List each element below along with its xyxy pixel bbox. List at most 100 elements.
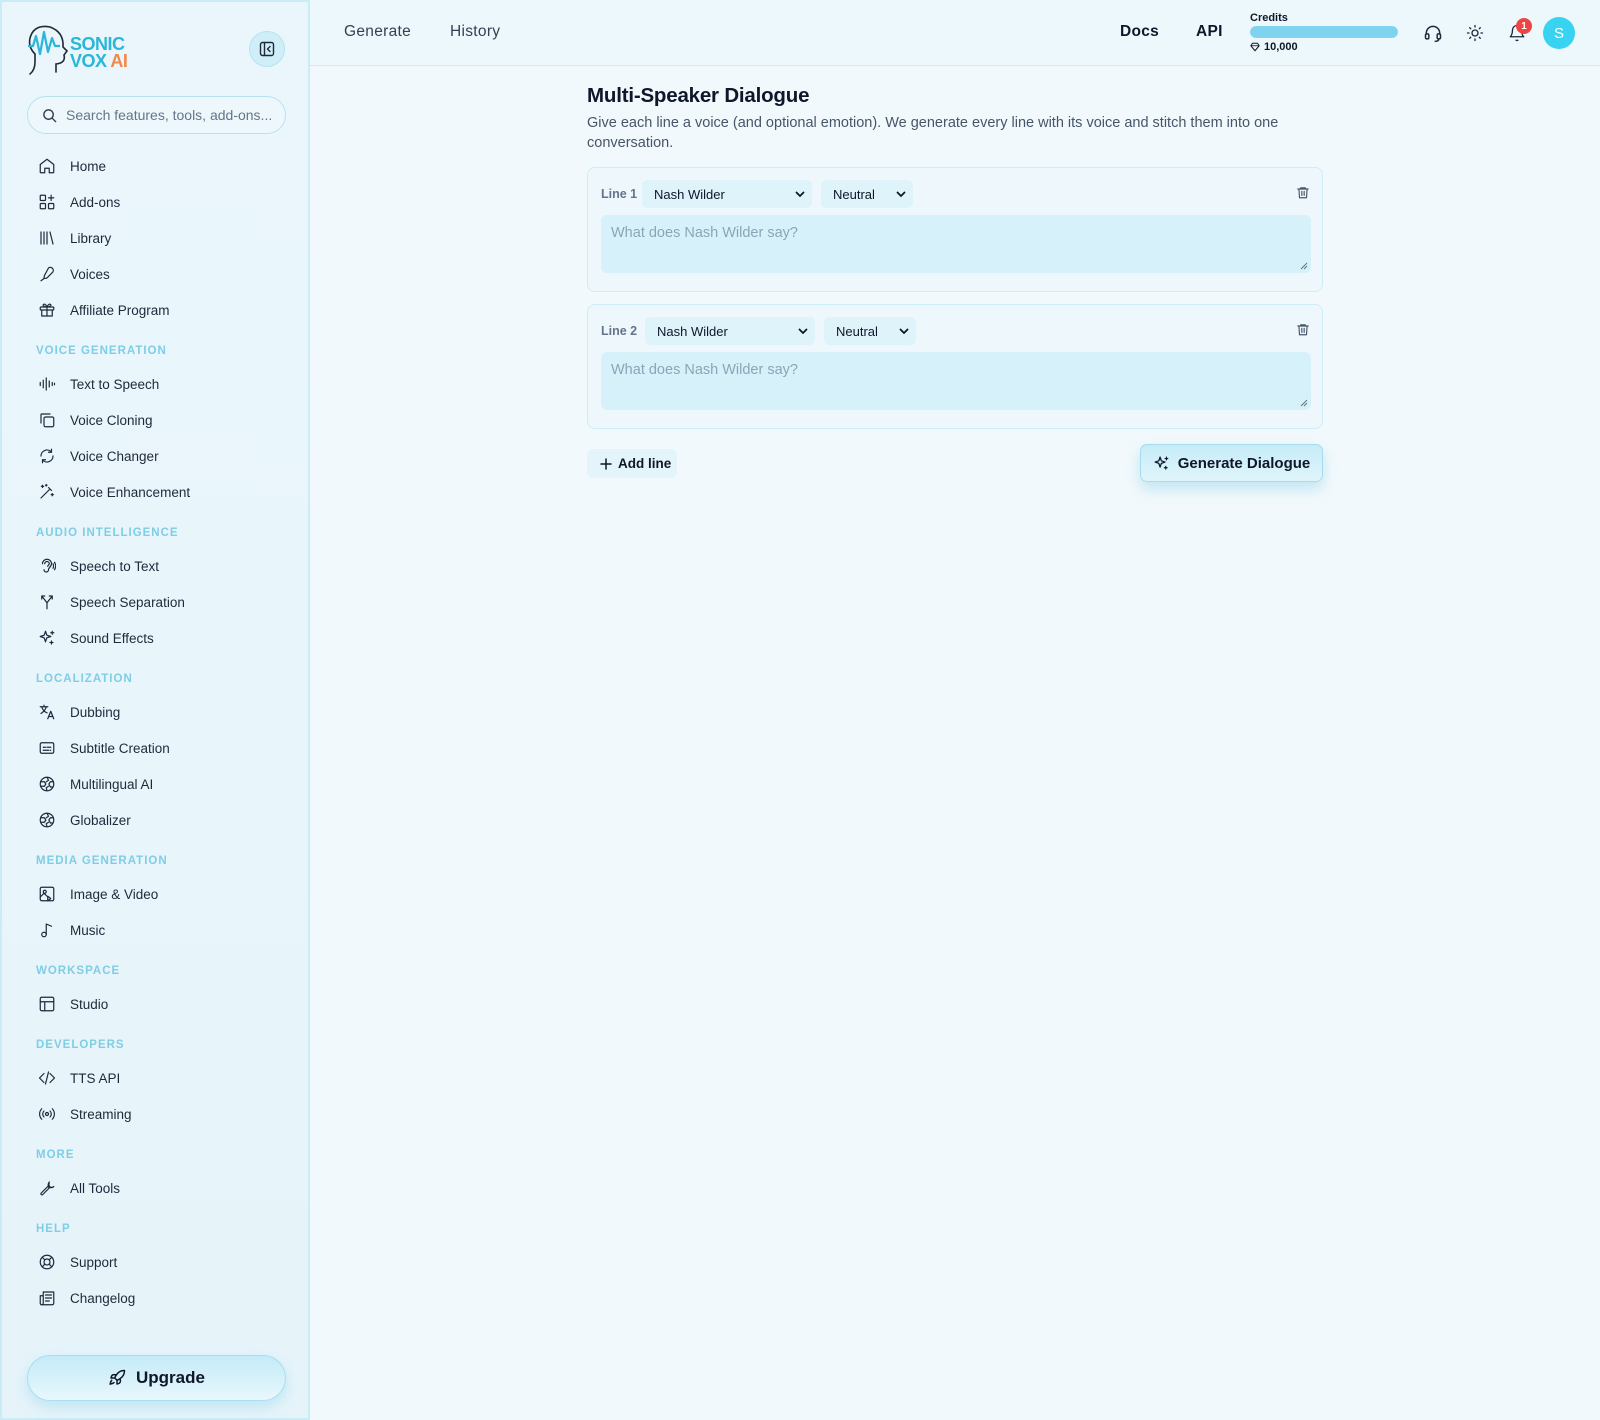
sidebar-item-label: Dubbing (70, 704, 121, 720)
sidebar-item-changelog[interactable]: Changelog (38, 1284, 288, 1312)
sidebar-item-voice-enhancement[interactable]: Voice Enhancement (38, 478, 288, 506)
sidebar-item-all-tools[interactable]: All Tools (38, 1174, 288, 1202)
emotion-select-value: Neutral (836, 323, 878, 339)
broadcast-icon (39, 1108, 55, 1120)
support-headset-button[interactable] (1420, 20, 1446, 46)
section-label-media-generation: MEDIA GENERATION (36, 855, 168, 867)
sidebar-item-speech-to-text[interactable]: Speech to Text (38, 552, 288, 580)
sidebar-item-voice-cloning[interactable]: Voice Cloning (38, 406, 288, 434)
credits-progress-bar (1250, 26, 1398, 38)
sidebar-item-streaming[interactable]: Streaming (38, 1100, 288, 1128)
section-label-developers: DEVELOPERS (36, 1039, 125, 1051)
delete-line-button[interactable] (1296, 185, 1310, 205)
docs-link[interactable]: Docs (1120, 23, 1159, 41)
sidebar-item-label: Add-ons (70, 194, 121, 210)
sidebar-item-label: Subtitle Creation (70, 740, 170, 756)
sidebar-item-support[interactable]: Support (38, 1248, 288, 1276)
sidebar-item-label: Streaming (70, 1106, 132, 1122)
sidebar-item-music[interactable]: Music (38, 916, 288, 944)
refresh-icon (40, 448, 54, 464)
sidebar-item-library[interactable]: Library (38, 224, 288, 252)
emotion-select[interactable]: Neutral (821, 180, 913, 208)
sidebar-item-studio[interactable]: Studio (38, 990, 288, 1018)
sidebar-item-label: Sound Effects (70, 630, 154, 646)
section-label-voice-generation: VOICE GENERATION (36, 345, 167, 357)
api-link[interactable]: API (1196, 23, 1223, 41)
gift-icon (39, 303, 55, 317)
voice-select[interactable]: Nash Wilder (645, 317, 815, 345)
credits-value-row: 10,000 (1250, 41, 1298, 53)
section-label-localization: LOCALIZATION (36, 673, 133, 685)
page-description: Give each line a voice (and optional emo… (587, 115, 1279, 151)
add-line-button[interactable]: Add line (587, 449, 677, 478)
generate-dialogue-button[interactable]: Generate Dialogue (1140, 444, 1323, 482)
sidebar-item-label: Globalizer (70, 812, 131, 828)
sidebar-item-multilingual-ai[interactable]: Multilingual AI (38, 770, 288, 798)
user-avatar[interactable]: S (1543, 17, 1575, 49)
newspaper-icon (39, 1291, 55, 1306)
sidebar-item-label: Multilingual AI (70, 776, 154, 792)
sidebar-item-voices[interactable]: Voices (38, 260, 288, 288)
waveform-icon (39, 377, 56, 391)
music-note-icon (41, 923, 53, 938)
plus-icon (600, 457, 612, 470)
voice-select[interactable]: Nash Wilder (642, 180, 812, 208)
sidebar-item-speech-separation[interactable]: Speech Separation (38, 588, 288, 616)
resize-grip-icon[interactable] (1300, 262, 1308, 270)
sidebar-item-image-and-video[interactable]: Image & Video (38, 880, 288, 908)
sidebar: SONIC VOX AI Home Add-ons Library Voices Aff… (0, 0, 310, 1420)
sidebar-item-affiliate-program[interactable]: Affiliate Program (38, 296, 288, 324)
home-icon (39, 158, 55, 174)
sidebar-item-label: Speech to Text (70, 558, 160, 574)
sidebar-item-label: Voice Enhancement (70, 484, 191, 500)
sidebar-item-voice-changer[interactable]: Voice Changer (38, 442, 288, 470)
lifebuoy-icon (39, 1254, 55, 1270)
translate-icon (39, 704, 55, 720)
sidebar-item-label: Changelog (70, 1290, 136, 1306)
sidebar-item-home[interactable]: Home (38, 152, 288, 180)
sidebar-item-label: Affiliate Program (70, 302, 170, 318)
tab-history[interactable]: History (450, 23, 500, 41)
code-icon (38, 1071, 56, 1085)
search-icon (43, 108, 57, 122)
sidebar-item-tts-api[interactable]: TTS API (38, 1064, 288, 1092)
upgrade-button[interactable]: Upgrade (27, 1355, 286, 1401)
chevron-down-icon (899, 328, 909, 334)
sidebar-item-add-ons[interactable]: Add-ons (38, 188, 288, 216)
image-video-icon (39, 886, 55, 902)
search-input[interactable] (66, 107, 281, 123)
theme-toggle-button[interactable] (1462, 20, 1488, 46)
microphone-icon (40, 266, 54, 282)
sidebar-item-dubbing[interactable]: Dubbing (38, 698, 288, 726)
sidebar-item-text-to-speech[interactable]: Text to Speech (38, 370, 288, 398)
sun-icon (1466, 24, 1484, 42)
emotion-select[interactable]: Neutral (824, 317, 916, 345)
sidebar-item-label: Support (70, 1254, 118, 1270)
credits-progress-fill (1250, 26, 1398, 38)
notification-badge: 1 (1516, 18, 1532, 34)
search-box[interactable] (27, 96, 286, 134)
credits-value: 10,000 (1264, 41, 1298, 53)
copy-icon (40, 413, 55, 428)
resize-grip-icon[interactable] (1300, 399, 1308, 407)
emotion-select-value: Neutral (833, 186, 875, 202)
collapse-sidebar-button[interactable] (249, 31, 285, 67)
gem-icon (1250, 42, 1260, 52)
delete-line-button[interactable] (1296, 322, 1310, 342)
globe-icon (39, 776, 55, 792)
line-text-input[interactable] (601, 215, 1311, 273)
captions-icon (39, 742, 55, 754)
tab-generate[interactable]: Generate (344, 23, 411, 41)
sidebar-item-sound-effects[interactable]: Sound Effects (38, 624, 288, 652)
split-icon (41, 595, 53, 610)
dialogue-line-card: Line 2 Nash Wilder Neutral (587, 304, 1323, 429)
sidebar-item-globalizer[interactable]: Globalizer (38, 806, 288, 834)
main-content: Multi-Speaker Dialogue Give each line a … (587, 80, 1323, 482)
sidebar-item-label: Text to Speech (70, 376, 160, 392)
sidebar-item-subtitle-creation[interactable]: Subtitle Creation (38, 734, 288, 762)
brand-name-line2: VOX AI (70, 51, 128, 71)
brand-logo[interactable]: SONIC VOX AI (26, 22, 136, 78)
line-text-input[interactable] (601, 352, 1311, 410)
top-header: Generate History Docs API Credits 10,000… (310, 0, 1600, 66)
sidebar-collapse-icon (259, 41, 275, 57)
